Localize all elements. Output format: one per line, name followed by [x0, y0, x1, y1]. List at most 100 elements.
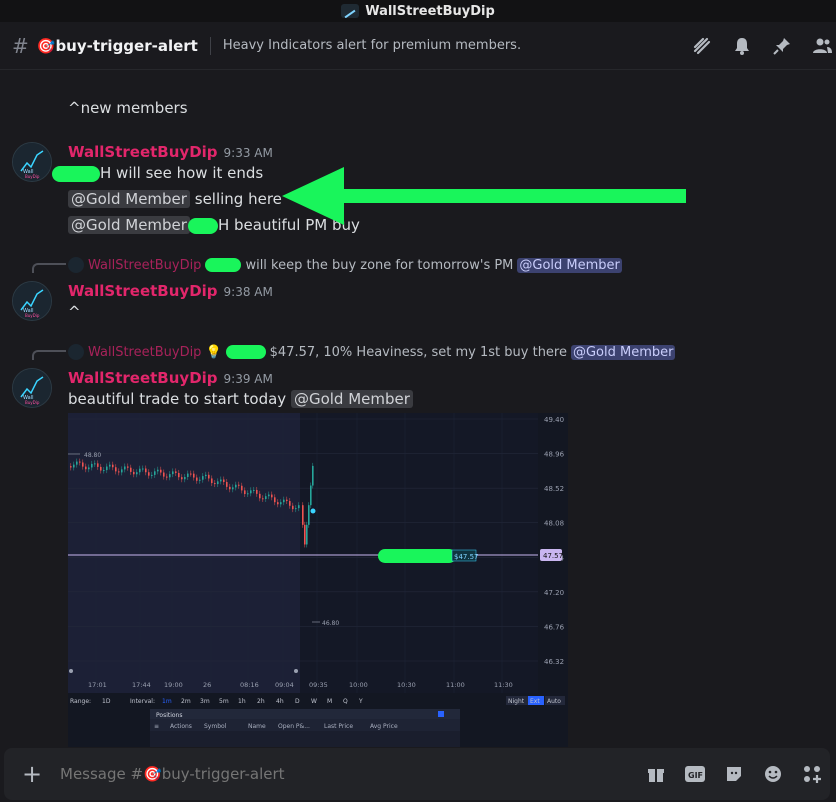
- candle: [286, 499, 288, 502]
- candle: [100, 466, 102, 471]
- x-tick-label: 19:00: [164, 681, 183, 689]
- emoji-icon[interactable]: [763, 764, 783, 784]
- x-tick-label: 11:00: [446, 681, 465, 689]
- message-author[interactable]: WallStreetBuyDip: [68, 282, 218, 300]
- candle: [139, 468, 141, 473]
- message-author[interactable]: WallStreetBuyDip: [68, 143, 218, 161]
- gif-icon[interactable]: GIF: [685, 764, 705, 784]
- reply-author[interactable]: WallStreetBuyDip: [88, 345, 201, 360]
- interval-option: 2h: [257, 698, 265, 705]
- sticker-icon[interactable]: [724, 764, 744, 784]
- candle: [304, 524, 306, 545]
- notification-bell-icon[interactable]: [732, 36, 752, 56]
- interval-option: 1m: [162, 698, 172, 705]
- reply-text: will keep the buy zone for tomorrow's PM: [245, 257, 514, 273]
- x-tick-label: 11:30: [494, 681, 513, 689]
- price-chart: 49.4048.9648.5248.0847.6447.2046.7646.32…: [68, 413, 568, 747]
- x-tick-label: 10:30: [397, 681, 416, 689]
- interval-option: 4h: [276, 698, 284, 705]
- highlight-arrow-icon: [282, 167, 686, 225]
- x-tick-label: 09:04: [275, 681, 294, 689]
- reply-avatar: [68, 344, 84, 360]
- candle: [142, 468, 144, 470]
- candle: [115, 467, 117, 472]
- positions-column-header: Symbol: [204, 723, 227, 730]
- chart-attachment[interactable]: 49.4048.9648.5248.0847.6447.2046.7646.32…: [68, 413, 568, 747]
- candle: [271, 494, 273, 498]
- y-tick-label: 49.40: [544, 416, 564, 424]
- candle: [85, 466, 87, 470]
- candle: [312, 465, 314, 486]
- composer-toolbar: GIF: [646, 748, 822, 800]
- candle: [235, 484, 237, 488]
- pinned-messages-icon[interactable]: [772, 36, 792, 56]
- candle: [306, 524, 308, 545]
- author-avatar[interactable]: Wall BuyDip: [12, 281, 52, 321]
- interval-option: Q: [343, 698, 348, 705]
- reply-preview[interactable]: WallStreetBuyDip 💡 $47.57, 10% Heaviness…: [68, 344, 676, 360]
- reply-avatar: [68, 257, 84, 273]
- mention-gold-member[interactable]: @Gold Member: [517, 257, 622, 273]
- mention-gold-member[interactable]: @Gold Member: [68, 190, 190, 208]
- message-text: selling here: [194, 190, 282, 208]
- candle: [109, 464, 111, 467]
- mention-gold-member[interactable]: @Gold Member: [570, 344, 676, 360]
- y-tick-label: 46.76: [544, 623, 565, 631]
- message-line: beautiful trade to start today @Gold Mem…: [68, 388, 413, 410]
- message-author[interactable]: WallStreetBuyDip: [68, 369, 218, 387]
- author-avatar[interactable]: Wall BuyDip: [12, 368, 52, 408]
- message-timestamp: 9:39 AM: [223, 372, 273, 386]
- price-tag-label: 47.57: [543, 552, 563, 560]
- candle: [199, 479, 201, 481]
- candle: [103, 470, 105, 472]
- message-header: WallStreetBuyDip 9:39 AM: [68, 368, 273, 387]
- candle: [181, 477, 183, 480]
- candle: [268, 494, 270, 497]
- interval-option: W: [311, 698, 317, 705]
- candle: [169, 474, 171, 478]
- mention-gold-member[interactable]: @Gold Member: [68, 216, 190, 234]
- toolbar-toggle: Auto: [547, 698, 561, 705]
- toolbar-item: Range:: [70, 698, 91, 705]
- interval-option: 5m: [219, 698, 229, 705]
- member-list-icon[interactable]: [812, 36, 832, 56]
- candle: [88, 467, 90, 470]
- message-input[interactable]: [60, 765, 620, 783]
- svg-text:BuyDip: BuyDip: [25, 400, 40, 405]
- candle: [190, 473, 192, 475]
- message-timestamp: 9:38 AM: [223, 285, 273, 299]
- candle: [262, 498, 264, 500]
- add-attachment-icon[interactable]: +: [4, 760, 60, 788]
- toolbar-item: 1D: [102, 698, 111, 705]
- gift-icon[interactable]: [646, 764, 666, 784]
- candle: [283, 499, 285, 503]
- candle: [220, 479, 222, 482]
- channel-topic[interactable]: Heavy Indicators alert for premium membe…: [223, 38, 521, 53]
- candle: [205, 474, 207, 477]
- message-composer[interactable]: + GIF: [4, 748, 830, 800]
- candle: [82, 462, 84, 467]
- candle: [118, 471, 120, 473]
- candle: [250, 490, 252, 494]
- candle: [244, 490, 246, 495]
- reply-author[interactable]: WallStreetBuyDip: [88, 258, 201, 273]
- message-line: @Gold Member selling here: [68, 188, 282, 210]
- message-list[interactable]: ^new members Wall BuyDip WallStreetBuyDip…: [0, 71, 836, 747]
- channel-name[interactable]: 🎯buy-trigger-alert: [37, 37, 198, 55]
- apps-icon[interactable]: [802, 764, 822, 784]
- redaction-mark: [225, 345, 266, 359]
- interval-option: 2m: [181, 698, 191, 705]
- author-avatar[interactable]: Wall BuyDip: [12, 142, 52, 182]
- candle: [73, 464, 75, 468]
- candle: [247, 493, 249, 495]
- x-tick-label: 17:44: [132, 681, 151, 689]
- mention-gold-member[interactable]: @Gold Member: [290, 390, 413, 408]
- redaction-mark: [187, 217, 218, 234]
- toolbar-toggle: Night: [508, 698, 525, 705]
- reply-preview[interactable]: WallStreetBuyDip will keep the buy zone …: [68, 257, 622, 273]
- interval-option: M: [327, 698, 332, 705]
- lightbulb-icon: 💡: [205, 344, 222, 360]
- threads-icon[interactable]: [692, 36, 712, 56]
- message-line: H will see how it ends: [52, 162, 263, 184]
- positions-column-header: Avg Price: [370, 723, 398, 730]
